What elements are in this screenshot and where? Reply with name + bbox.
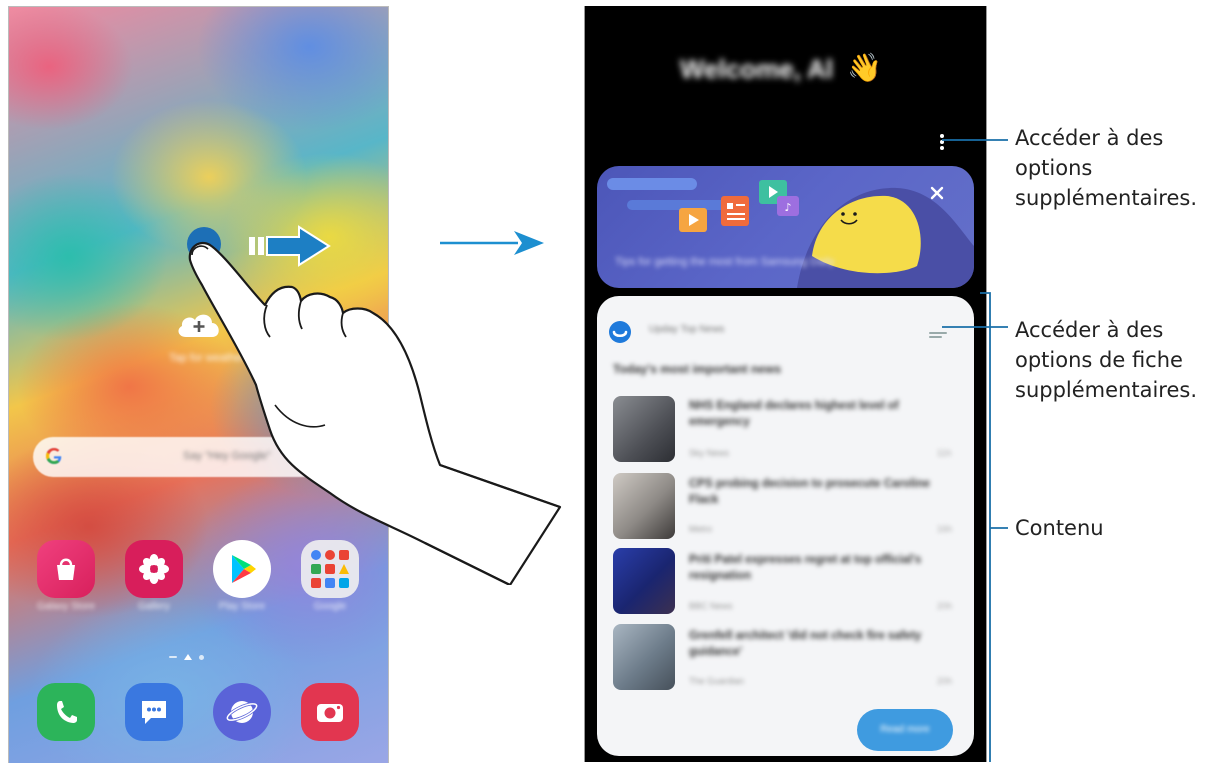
news-thumbnail: [613, 396, 675, 462]
gallery-icon: [139, 554, 169, 584]
transition-arrow-icon: [440, 231, 544, 255]
banner-text: Tips for getting the most from Samsung D…: [615, 256, 835, 268]
camera-icon: [317, 704, 343, 722]
waving-hand-icon: 👋: [847, 52, 882, 83]
welcome-title: Welcome, Al: [680, 54, 834, 84]
internet-icon: [225, 701, 259, 723]
google-g-icon: [46, 448, 62, 464]
card-source: Upday Top News: [649, 324, 725, 335]
tips-banner[interactable]: ♪: [597, 166, 974, 288]
messages-app[interactable]: [125, 683, 183, 741]
news-thumbnail: [613, 473, 675, 539]
read-more-label: Read more: [880, 724, 930, 735]
news-title[interactable]: NHS England declares highest level of em…: [689, 398, 949, 430]
hand-swipe-gesture-icon: [188, 241, 562, 585]
phone-app[interactable]: [37, 683, 95, 741]
app-label: Galaxy Store: [37, 601, 95, 612]
messages-icon: [142, 701, 166, 724]
page-indicator: [169, 654, 204, 660]
app-label: Play Store: [218, 601, 266, 612]
internet-app[interactable]: [213, 683, 271, 741]
bixby-home-screen: Welcome, Al 👋 ♪ Tips for getting the mos…: [584, 6, 987, 762]
svg-text:♪: ♪: [784, 201, 791, 214]
news-thumbnail: [613, 548, 675, 614]
callout-leader-lines: [942, 139, 1008, 762]
news-thumbnail: [613, 624, 675, 690]
camera-app[interactable]: [301, 683, 359, 741]
callout-card-options: Accéder à des options de fiche supplémen…: [1015, 318, 1197, 402]
read-more-button[interactable]: Read more: [857, 709, 953, 751]
news-source: Sky News: [689, 448, 730, 458]
card-headline: Today's most important news: [613, 362, 781, 376]
callout-more-options: Accéder à des options supplémentaires.: [1015, 126, 1197, 210]
news-source: Metro: [689, 524, 713, 534]
galaxy-store-icon: [57, 558, 75, 580]
news-source: BBC News: [689, 601, 733, 611]
galaxy-store-app[interactable]: [37, 540, 95, 598]
news-title[interactable]: Priti Patel expresses regret at top offi…: [689, 552, 949, 584]
app-label: Gallery: [138, 601, 170, 612]
news-title[interactable]: Grenfell architect 'did not check fire s…: [689, 628, 949, 660]
banner-illustration: ♪: [607, 178, 974, 288]
news-source: The Guardian: [689, 676, 745, 686]
app-label: Google: [313, 601, 347, 612]
upday-logo-icon: [609, 321, 631, 343]
phone-icon: [57, 701, 77, 723]
news-title[interactable]: CPS probing decision to prosecute Caroli…: [689, 476, 949, 508]
callout-content: Contenu: [1015, 516, 1104, 540]
